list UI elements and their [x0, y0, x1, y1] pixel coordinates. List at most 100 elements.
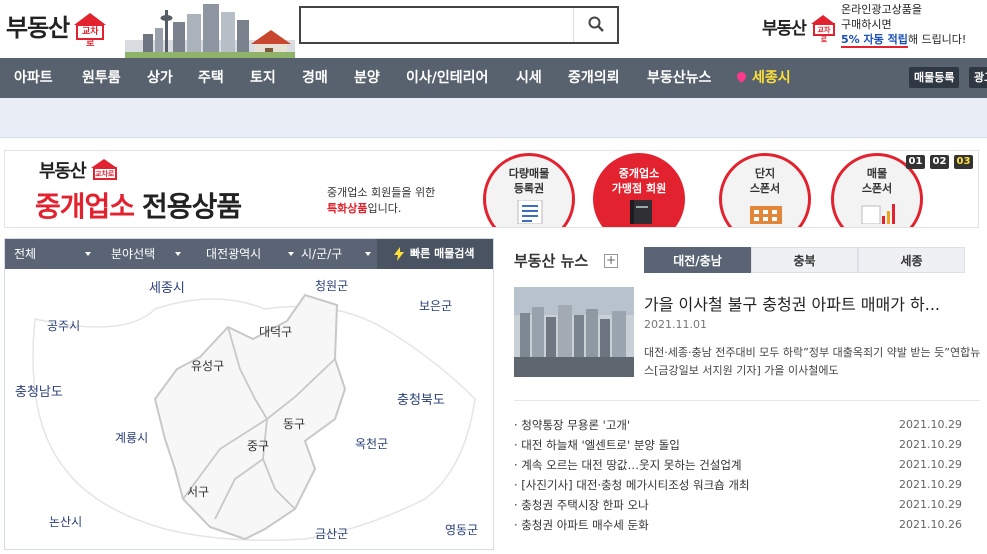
filter-city-label: 대전광역시	[206, 247, 262, 261]
featured-news-summary[interactable]: 대전·세종·충남 전주대비 모두 하락”정부 대출옥죄기 약발 받는 듯”연합뉴…	[644, 344, 982, 380]
page: 부동산 교차로 부동산 교차로 온라인광고상품을 구매하시면 5% 자동 적립해…	[0, 0, 987, 554]
news-item-title[interactable]: · 충청권 아파트 매수세 둔화	[514, 515, 894, 535]
product-line-1: 매물	[866, 167, 888, 180]
map-region-geumsan[interactable]: 금산군	[315, 525, 348, 542]
tab-chungbuk[interactable]: 충북	[751, 247, 858, 273]
banner-logo-text: 부동산	[39, 161, 87, 182]
chevron-down-icon	[288, 252, 294, 256]
news-list-item[interactable]: · 청약통장 무용론 '고개' 2021.10.29	[514, 415, 980, 435]
map-region-okcheon[interactable]: 옥천군	[355, 435, 388, 452]
news-list-item[interactable]: · 충청권 주택시장 한파 오나 2021.10.29	[514, 495, 980, 515]
filter-city-select[interactable]: 대전광역시	[206, 239, 296, 269]
promo-logo[interactable]: 부동산 교차로	[762, 14, 838, 44]
nav-item-auction[interactable]: 경매	[302, 58, 328, 98]
nav-item-realestate-news[interactable]: 부동산뉴스	[647, 58, 711, 98]
tab-daejeon-chungnam[interactable]: 대전/충남	[644, 247, 751, 273]
banner-desc-red: 특화상품	[327, 202, 368, 215]
map-region-yeongdong[interactable]: 영동군	[445, 521, 478, 538]
map-district-daedeok[interactable]: 대덕구	[259, 323, 292, 340]
news-more-button[interactable]: +	[604, 254, 618, 268]
nav-region-label: 세종시	[752, 70, 791, 86]
logo-house-icon: 교차로	[71, 13, 109, 49]
filter-district-select[interactable]: 시/군/구	[301, 239, 373, 269]
nav-item-commercial[interactable]: 상가	[147, 58, 173, 98]
sub-bar	[0, 98, 987, 138]
banner-product-franchise-member[interactable]: 중개업소 가맹점 회원	[593, 153, 685, 227]
product-line-1: 다량매물	[508, 167, 550, 180]
tab-sejong[interactable]: 세종	[858, 247, 965, 273]
news-item-title[interactable]: · 계속 오르는 대전 땅값…웃지 못하는 건설업계	[514, 455, 894, 475]
nav-item-brokerage[interactable]: 중개의뢰	[568, 58, 620, 98]
product-line-1: 중개업소	[618, 167, 660, 180]
product-line-2: 스폰서	[749, 182, 781, 195]
banner-desc-suffix: 입니다.	[367, 202, 402, 215]
document-list-icon	[517, 200, 543, 224]
promo-text[interactable]: 온라인광고상품을 구매하시면 5% 자동 적립해 드립니다!	[841, 2, 966, 48]
broker-product-banner[interactable]: 부동산 교차로 중개업소 전용상품 중개업소 회원들을 위한 특화상품입니다. 다…	[4, 150, 979, 228]
news-item-title[interactable]: · 청약통장 무용론 '고개'	[514, 415, 894, 435]
filter-type-label: 전체	[14, 247, 37, 261]
news-list-item[interactable]: · 대전 하늘채 '엘센트로' 분양 돌입 2021.10.29	[514, 435, 980, 455]
city-skyline-illustration	[125, 4, 295, 58]
banner-product-bulk-listing[interactable]: 다량매물 등록권	[483, 153, 575, 227]
search-button[interactable]	[573, 8, 617, 42]
featured-news-thumbnail[interactable]	[514, 287, 634, 377]
banner-logo: 부동산 교차로	[39, 157, 120, 183]
filter-category-select[interactable]: 분야선택	[111, 239, 191, 269]
map-district-junggu[interactable]: 중구	[247, 437, 269, 454]
banner-desc-line-2: 특화상품입니다.	[327, 201, 435, 217]
filter-category-label: 분야선택	[111, 247, 156, 261]
nav-item-market-price[interactable]: 시세	[516, 58, 542, 98]
nav-item-oneroom[interactable]: 원투룸	[82, 58, 121, 98]
listing-register-button[interactable]: 매물등록	[909, 67, 960, 88]
map-region-chungbuk[interactable]: 충청북도	[397, 389, 445, 408]
quick-search-button[interactable]: 빠른 매물검색	[377, 239, 493, 269]
map-region-boeun[interactable]: 보은군	[419, 297, 452, 314]
news-list-item[interactable]: · 계속 오르는 대전 땅값…웃지 못하는 건설업계 2021.10.29	[514, 455, 980, 475]
nav-item-land[interactable]: 토지	[250, 58, 276, 98]
map-region-nonsan[interactable]: 논산시	[49, 513, 82, 530]
map-district-donggu[interactable]: 동구	[283, 415, 305, 432]
news-item-title[interactable]: · 대전 하늘채 '엘센트로' 분양 돌입	[514, 435, 894, 455]
banner-pager-2[interactable]: 02	[930, 155, 949, 169]
map-filter-bar: 전체 분야선택 대전광역시 시/군/구 빠른 매물검색	[5, 239, 493, 269]
map-region-chungnam[interactable]: 충청남도	[15, 381, 63, 400]
quick-search-label: 빠른 매물검색	[410, 247, 475, 260]
nav-region-selector[interactable]: 세종시	[735, 58, 791, 98]
map-region-cheongwon[interactable]: 청원군	[315, 277, 348, 294]
news-section-title: 부동산 뉴스	[514, 252, 589, 270]
map-region-gongju[interactable]: 공주시	[47, 317, 80, 334]
news-item-title[interactable]: · [사진기사] 대전·충청 메가시티조성 워크숍 개최	[514, 475, 894, 495]
news-list: · 청약통장 무용론 '고개' 2021.10.29 · 대전 하늘채 '엘센트로…	[514, 415, 980, 535]
ad-button[interactable]: 광고	[969, 67, 987, 88]
banner-product-complex-sponsor[interactable]: 단지스폰서	[719, 153, 811, 227]
nav-item-moving-interior[interactable]: 이사/인테리어	[406, 58, 488, 98]
nav-item-presale[interactable]: 분양	[354, 58, 380, 98]
banner-description: 중개업소 회원들을 위한 특화상품입니다.	[327, 185, 435, 217]
nav-item-apartment[interactable]: 아파트	[14, 58, 53, 98]
logo-text: 부동산	[6, 14, 70, 42]
news-divider	[514, 400, 980, 401]
banner-pager-3[interactable]: 03	[954, 155, 973, 169]
news-item-date: 2021.10.29	[899, 458, 962, 471]
news-list-item[interactable]: · 충청권 아파트 매수세 둔화 2021.10.26	[514, 515, 980, 535]
filter-type-select[interactable]: 전체	[14, 239, 94, 269]
search-input[interactable]	[301, 8, 573, 42]
featured-news-title[interactable]: 가을 이사철 불구 충청권 아파트 매매가 하...	[644, 291, 980, 315]
site-logo[interactable]: 부동산 교차로	[6, 8, 109, 49]
news-list-item[interactable]: · [사진기사] 대전·충청 메가시티조성 워크숍 개최 2021.10.29	[514, 475, 980, 495]
banner-pager-1[interactable]: 01	[906, 155, 925, 169]
news-item-date: 2021.10.29	[899, 418, 962, 431]
banner-logo-badge: 교차로	[92, 167, 117, 180]
featured-news-date: 2021.11.01	[644, 318, 707, 331]
news-item-title[interactable]: · 충청권 주택시장 한파 오나	[514, 495, 894, 515]
nav-item-house[interactable]: 주택	[198, 58, 224, 98]
map-district-seogu[interactable]: 서구	[187, 483, 209, 500]
promo-line-1: 온라인광고상품을	[841, 3, 922, 16]
map-region-sejong[interactable]: 세종시	[149, 277, 185, 296]
map-region-gyeryong[interactable]: 계룡시	[115, 429, 148, 446]
news-item-date: 2021.10.29	[899, 438, 962, 451]
product-line-1: 단지	[754, 167, 776, 180]
search-icon	[588, 16, 604, 32]
map-district-yuseong[interactable]: 유성구	[191, 357, 224, 374]
